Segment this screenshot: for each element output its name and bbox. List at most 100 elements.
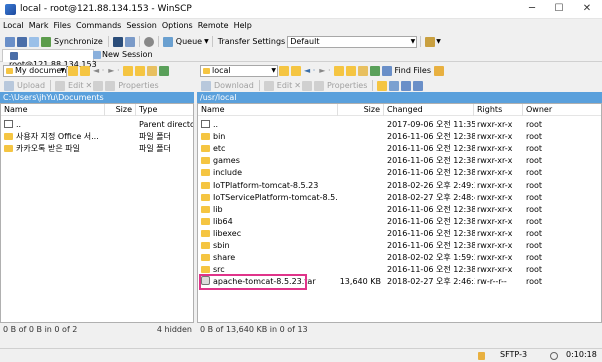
chevron-down-icon: ▼: [410, 37, 416, 45]
file-owner: root: [526, 144, 543, 154]
folder-icon: [201, 157, 210, 165]
right-path-bar[interactable]: /usr/local: [197, 92, 602, 103]
rename-icon[interactable]: [301, 80, 312, 91]
left-edit-button[interactable]: Edit: [68, 81, 84, 90]
open-folder-icon[interactable]: [279, 65, 289, 76]
table-row[interactable]: 카카오톡 받은 파일 파일 폴더: [1, 143, 193, 155]
left-hidden-count[interactable]: 4 hidden: [140, 323, 192, 336]
filter-icon[interactable]: [291, 65, 301, 76]
select-all-icon[interactable]: [401, 80, 412, 91]
open-folder-icon[interactable]: [68, 65, 78, 76]
right-location-select[interactable]: local ▼: [200, 64, 278, 77]
column-changed[interactable]: Changed: [384, 104, 474, 116]
table-row[interactable]: sbin 2016-11-06 오전 12:38:36rwxr-xr-x root: [198, 240, 601, 252]
table-row[interactable]: IoTServicePlatform-tomcat-8.5.23 2018-02-…: [198, 192, 601, 204]
left-properties-button[interactable]: Properties: [118, 81, 158, 90]
root-dir-icon[interactable]: [345, 65, 356, 76]
table-row[interactable]: games 2016-11-06 오전 12:38:36rwxr-xr-x root: [198, 155, 601, 167]
column-size[interactable]: Size: [105, 104, 136, 116]
column-size[interactable]: Size: [338, 104, 384, 116]
close-button[interactable]: ✕: [576, 1, 598, 17]
menu-commands[interactable]: Commands: [73, 19, 123, 30]
menu-remote[interactable]: Remote: [195, 19, 231, 30]
right-edit-button[interactable]: Edit: [277, 81, 293, 90]
new-folder-icon[interactable]: [377, 80, 388, 91]
compare-dirs-icon[interactable]: [17, 36, 27, 47]
root-dir-icon[interactable]: [134, 65, 145, 76]
rename-icon[interactable]: [93, 80, 104, 91]
right-file-list[interactable]: Name Size Changed Rights Owner .. 2017-09…: [197, 103, 602, 323]
transfer-settings-select[interactable]: Default ▼: [287, 35, 418, 48]
left-file-list[interactable]: Name Size Type .. Parent directory 사용자 지정 …: [0, 103, 194, 323]
table-row[interactable]: include 2016-11-06 오전 12:38:36rwxr-xr-x ro…: [198, 167, 601, 179]
left-location-select[interactable]: My documen ▼: [3, 64, 67, 77]
back-button[interactable]: ◄ ·: [93, 66, 104, 75]
file-rights: rwxr-xr-x: [477, 253, 513, 263]
back-button[interactable]: ◄ ·: [304, 66, 315, 75]
table-row[interactable]: lib64 2016-11-06 오전 12:38:36rwxr-xr-x root: [198, 216, 601, 228]
menu-options[interactable]: Options: [159, 19, 195, 30]
minimize-button[interactable]: ─: [521, 1, 543, 17]
column-name[interactable]: Name: [1, 104, 105, 116]
queue-button[interactable]: Queue: [176, 37, 202, 46]
download-button[interactable]: Download: [214, 81, 254, 90]
menu-files[interactable]: Files: [50, 19, 73, 30]
synchronize-button[interactable]: Synchronize: [54, 37, 103, 46]
forward-button[interactable]: ► ·: [108, 66, 119, 75]
refresh-icon[interactable]: [369, 65, 380, 76]
file-type: 파일 폴더: [139, 132, 171, 141]
file-name: IoTPlatform-tomcat-8.5.23: [213, 180, 319, 190]
terminal-icon[interactable]: [112, 36, 123, 47]
upload-button[interactable]: Upload: [17, 81, 45, 90]
delete-icon[interactable]: ✕: [294, 81, 301, 90]
menu-help[interactable]: Help: [231, 19, 254, 30]
table-row[interactable]: libexec 2016-11-06 오전 12:38:36rwxr-xr-x ro…: [198, 228, 601, 240]
tree-icon[interactable]: [434, 65, 444, 76]
column-name[interactable]: Name: [198, 104, 338, 116]
parent-dir-icon[interactable]: [122, 65, 133, 76]
home-icon[interactable]: [146, 65, 157, 76]
tab-new-session[interactable]: New Session: [86, 49, 172, 62]
forward-button[interactable]: ► ·: [319, 66, 330, 75]
column-owner[interactable]: Owner: [523, 104, 601, 116]
menu-mark[interactable]: Mark: [26, 19, 51, 30]
file-changed: 2016-11-06 오전 12:38:36: [387, 265, 475, 275]
table-row[interactable]: 사용자 지정 Office 서... 파일 폴더: [1, 131, 193, 143]
column-rights[interactable]: Rights: [474, 104, 523, 116]
right-header-row: Name Size Changed Rights Owner: [198, 104, 601, 116]
table-row[interactable]: bin 2016-11-06 오전 12:38:36rwxr-xr-x root: [198, 131, 601, 143]
table-row[interactable]: lib 2016-11-06 오전 12:38:36rwxr-xr-x root: [198, 204, 601, 216]
preset-dropdown-icon[interactable]: ▼: [436, 38, 441, 45]
menu-session[interactable]: Session: [123, 19, 159, 30]
table-row[interactable]: .. 2017-09-06 오전 11:35:56rwxr-xr-x root: [198, 119, 601, 131]
table-row[interactable]: .. Parent directory: [1, 119, 193, 131]
right-properties-button[interactable]: Properties: [327, 81, 367, 90]
file-owner: root: [526, 192, 543, 202]
tab-session[interactable]: root@121.88.134.153: [2, 49, 97, 69]
find-files-button[interactable]: Find Files: [395, 66, 432, 75]
transfer-preset-icon[interactable]: [425, 36, 436, 47]
sync-browse-icon[interactable]: [29, 36, 39, 47]
window-title-bar[interactable]: local - root@121.88.134.153 - WinSCP ─ ☐…: [0, 0, 602, 19]
delete-icon[interactable]: ✕: [86, 81, 93, 90]
queue-dropdown-icon[interactable]: ▼: [204, 38, 209, 45]
new-file-icon[interactable]: [389, 80, 400, 91]
maximize-button[interactable]: ☐: [548, 1, 570, 17]
left-path-bar[interactable]: C:\Users\jhYu\Documents: [0, 92, 194, 103]
queue-icon: [162, 36, 173, 47]
parent-dir-icon[interactable]: [333, 65, 344, 76]
clock-icon: [550, 352, 558, 360]
filter-select-icon[interactable]: [413, 80, 424, 91]
refresh-icon[interactable]: [158, 65, 169, 76]
filter-icon[interactable]: [80, 65, 90, 76]
home-icon[interactable]: [357, 65, 368, 76]
table-row[interactable]: etc 2016-11-06 오전 12:38:36rwxr-xr-x root: [198, 143, 601, 155]
preferences-icon[interactable]: [143, 36, 154, 47]
table-row[interactable]: share 2018-02-02 오후 1:59:25 rwxr-xr-x root: [198, 252, 601, 264]
putty-icon[interactable]: [124, 36, 135, 47]
local-view-icon[interactable]: [5, 36, 15, 47]
column-type[interactable]: Type: [136, 104, 193, 116]
menu-local[interactable]: Local: [0, 19, 26, 30]
table-row[interactable]: IoTPlatform-tomcat-8.5.23 2018-02-26 오후 2…: [198, 180, 601, 192]
file-rights: rw-r--r--: [477, 277, 507, 287]
